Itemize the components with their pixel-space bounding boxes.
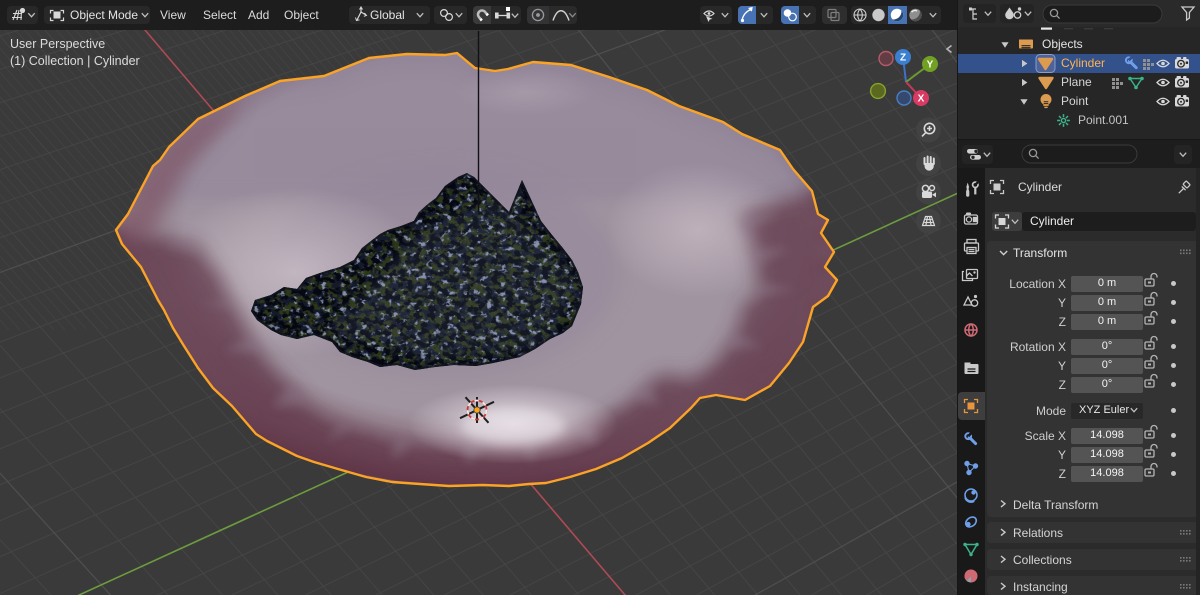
svg-text:Y: Y [927,60,934,71]
svg-text:Z: Z [900,53,906,64]
svg-text:X: X [918,94,925,105]
